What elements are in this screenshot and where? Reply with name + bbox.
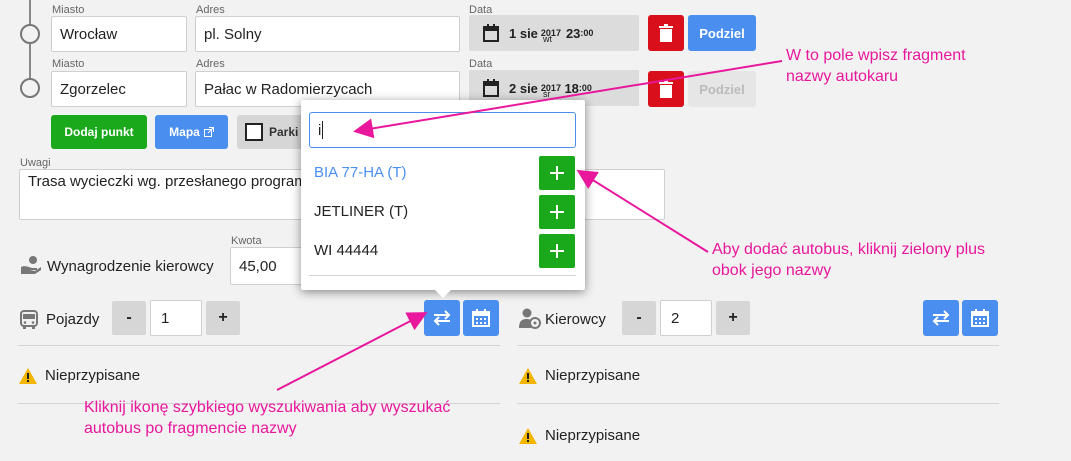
external-link-icon <box>203 127 214 137</box>
amount-label: Kwota <box>231 235 262 247</box>
calendar-grid-icon <box>971 309 989 327</box>
driver-unassigned: Nieprzypisane <box>545 367 641 384</box>
add-vehicle-plus-button[interactable] <box>539 156 575 190</box>
drivers-label: Kierowcy <box>545 311 606 328</box>
warning-icon <box>519 368 537 384</box>
timeline-point-1 <box>20 24 40 44</box>
calendar-icon <box>483 79 499 97</box>
drivers-divider <box>517 345 999 346</box>
delete-point-button[interactable] <box>648 71 684 107</box>
add-point-button[interactable]: Dodaj punkt <box>51 115 147 149</box>
timeline-point-2 <box>20 78 40 98</box>
add-annotation-line-1: Aby dodać autobus, kliknij zielony plus <box>712 241 986 258</box>
warning-icon <box>519 428 537 444</box>
quick-search-button[interactable] <box>424 300 460 336</box>
date-day: 1 sie <box>509 25 538 41</box>
city-label: Miasto <box>52 58 85 70</box>
date-day: 2 sie <box>509 80 538 96</box>
vehicle-search-dropdown: i BIA 77-HA (T) JETLINER (T) WI 44444 <box>301 100 585 290</box>
vehicles-minus-button[interactable]: - <box>112 301 146 335</box>
delete-point-button[interactable] <box>648 15 684 51</box>
address-label: Adres <box>196 4 225 16</box>
map-label: Mapa <box>169 125 200 139</box>
date-label: Data <box>469 58 493 70</box>
drivers-calendar-button[interactable] <box>962 300 998 336</box>
arrow-to-quick-search <box>276 312 428 391</box>
warning-icon <box>19 368 37 384</box>
parking-label: Parki <box>269 125 299 139</box>
search-annotation-line-1: W to pole wpisz fragment <box>786 47 966 64</box>
quick-search-annotation: Kliknij ikonę szybkiego wyszukiwania aby… <box>84 397 450 439</box>
drivers-divider <box>517 403 999 404</box>
quick-search-annotation-line-2: autobus po fragmencie nazwy <box>84 420 297 437</box>
search-text: i <box>318 121 322 139</box>
city-field[interactable]: Zgorzelec <box>51 71 187 107</box>
calendar-icon <box>483 24 499 42</box>
drivers-minus-button[interactable]: - <box>622 301 656 335</box>
drivers-plus-button[interactable]: + <box>716 301 750 335</box>
date-weekday: wt <box>542 34 552 44</box>
map-button[interactable]: Mapa <box>155 115 228 149</box>
vehicle-unassigned: Nieprzypisane <box>45 367 141 384</box>
date-picker[interactable]: 1 sie 2017 wt 23:00 <box>469 15 639 51</box>
hand-money-icon <box>21 256 41 274</box>
calendar-grid-icon <box>472 309 490 327</box>
quick-search-annotation-line-1: Kliknij ikonę szybkiego wyszukiwania aby… <box>84 399 451 416</box>
city-label: Miasto <box>52 4 85 16</box>
date-weekday: śr <box>542 89 551 99</box>
vehicle-option[interactable]: BIA 77-HA (T) <box>314 164 407 181</box>
add-vehicle-plus-button[interactable] <box>539 195 575 229</box>
calendar-button[interactable] <box>463 300 499 336</box>
vehicles-count-field[interactable]: 1 <box>150 300 202 336</box>
vehicles-divider <box>18 345 500 346</box>
dropdown-pointer <box>434 289 452 298</box>
search-annotation-line-2: nazwy autokaru <box>786 68 899 85</box>
driver-icon <box>519 308 541 329</box>
swap-icon <box>433 310 451 326</box>
city-field[interactable]: Wrocław <box>51 16 187 52</box>
checkbox-icon <box>245 123 263 141</box>
vehicles-label: Pojazdy <box>46 311 100 328</box>
vehicles-plus-button[interactable]: + <box>206 301 240 335</box>
notes-label: Uwagi <box>20 157 51 169</box>
drivers-quick-search-button[interactable] <box>923 300 959 336</box>
notes-text: Trasa wycieczki wg. przesłanego program <box>28 173 307 190</box>
date-hour: 18 <box>564 80 579 96</box>
driver-pay-label: Wynagrodzenie kierowcy <box>47 258 214 275</box>
text-caret <box>322 121 324 139</box>
date-hour: 23 <box>565 25 581 41</box>
swap-icon <box>932 310 950 326</box>
address-field[interactable]: pl. Solny <box>195 16 460 52</box>
address-label: Adres <box>196 58 225 70</box>
add-annotation: Aby dodać autobus, kliknij zielony plus … <box>712 239 985 281</box>
drivers-count-field[interactable]: 2 <box>660 300 712 336</box>
vehicle-search-input[interactable]: i <box>309 112 576 148</box>
add-annotation-line-2: obok jego nazwy <box>712 262 832 279</box>
add-vehicle-plus-button[interactable] <box>539 234 575 268</box>
trash-icon <box>659 80 673 98</box>
search-annotation: W to pole wpisz fragment nazwy autokaru <box>786 45 966 87</box>
driver-unassigned: Nieprzypisane <box>545 427 641 444</box>
date-minute: :00 <box>580 28 594 38</box>
vehicle-option[interactable]: WI 44444 <box>314 242 378 259</box>
bus-icon <box>20 310 38 329</box>
split-button-disabled: Podziel <box>688 71 756 107</box>
date-minute: :00 <box>578 83 592 93</box>
trash-icon <box>659 24 673 42</box>
vehicle-option[interactable]: JETLINER (T) <box>314 203 408 220</box>
amount-field[interactable]: 45,00 <box>230 247 310 285</box>
split-button[interactable]: Podziel <box>688 15 756 51</box>
dropdown-divider <box>309 275 576 276</box>
